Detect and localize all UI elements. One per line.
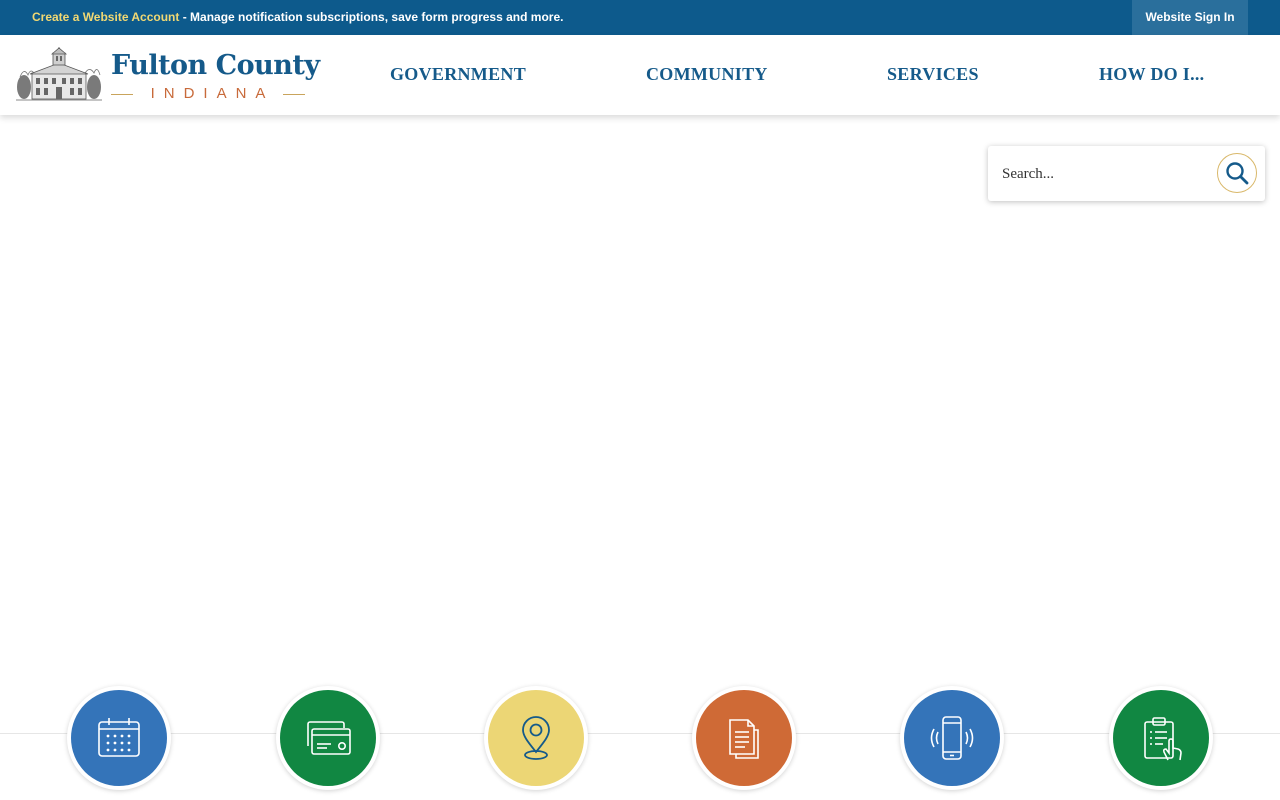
quick-link-disc: [904, 690, 1000, 786]
logo-subtitle: INDIANA: [111, 85, 305, 103]
quick-link-locations[interactable]: [484, 686, 588, 790]
clipboard-checklist-icon: [1144, 717, 1182, 761]
quick-link-calendar[interactable]: [67, 686, 171, 790]
create-account-link[interactable]: Create a Website Account: [32, 10, 179, 24]
logo-rule-left: [111, 94, 133, 95]
website-sign-in-button[interactable]: Website Sign In: [1132, 0, 1248, 35]
logo-title: Fulton County: [111, 50, 320, 81]
site-header: Fulton County INDIANA GOVERNMENT COMMUNI…: [0, 35, 1280, 115]
search-box: [988, 146, 1265, 201]
logo-subtitle-text: INDIANA: [150, 85, 275, 102]
courthouse-illustration-icon: [16, 47, 102, 101]
quick-link-disc: [696, 690, 792, 786]
nav-services[interactable]: SERVICES: [887, 35, 979, 115]
nav-government[interactable]: GOVERNMENT: [390, 35, 526, 115]
quick-link-disc: [280, 690, 376, 786]
site-logo[interactable]: Fulton County INDIANA: [16, 47, 320, 105]
account-promo-text: - Manage notification subscriptions, sav…: [179, 10, 564, 24]
search-input[interactable]: [1000, 158, 1204, 190]
map-pin-icon: [522, 716, 550, 760]
search-button[interactable]: [1217, 153, 1257, 193]
top-utility-bar: Create a Website Account - Manage notifi…: [0, 0, 1280, 35]
quick-link-notify-me[interactable]: [900, 686, 1004, 790]
calendar-icon: [98, 718, 140, 757]
quick-link-documents[interactable]: [692, 686, 796, 790]
credit-card-icon: [307, 721, 351, 755]
quick-link-forms[interactable]: [1109, 686, 1213, 790]
logo-rule-right: [283, 94, 305, 95]
search-icon: [1226, 162, 1249, 185]
quick-link-payments[interactable]: [276, 686, 380, 790]
mobile-phone-icon: [930, 716, 974, 760]
quick-link-disc: [488, 690, 584, 786]
account-promo: Create a Website Account - Manage notifi…: [32, 0, 563, 35]
quick-links-divider: [0, 733, 1280, 734]
nav-how-do-i[interactable]: HOW DO I...: [1099, 35, 1204, 115]
quick-link-disc: [1113, 690, 1209, 786]
quick-link-disc: [71, 690, 167, 786]
nav-community[interactable]: COMMUNITY: [646, 35, 768, 115]
documents-icon: [729, 719, 759, 759]
